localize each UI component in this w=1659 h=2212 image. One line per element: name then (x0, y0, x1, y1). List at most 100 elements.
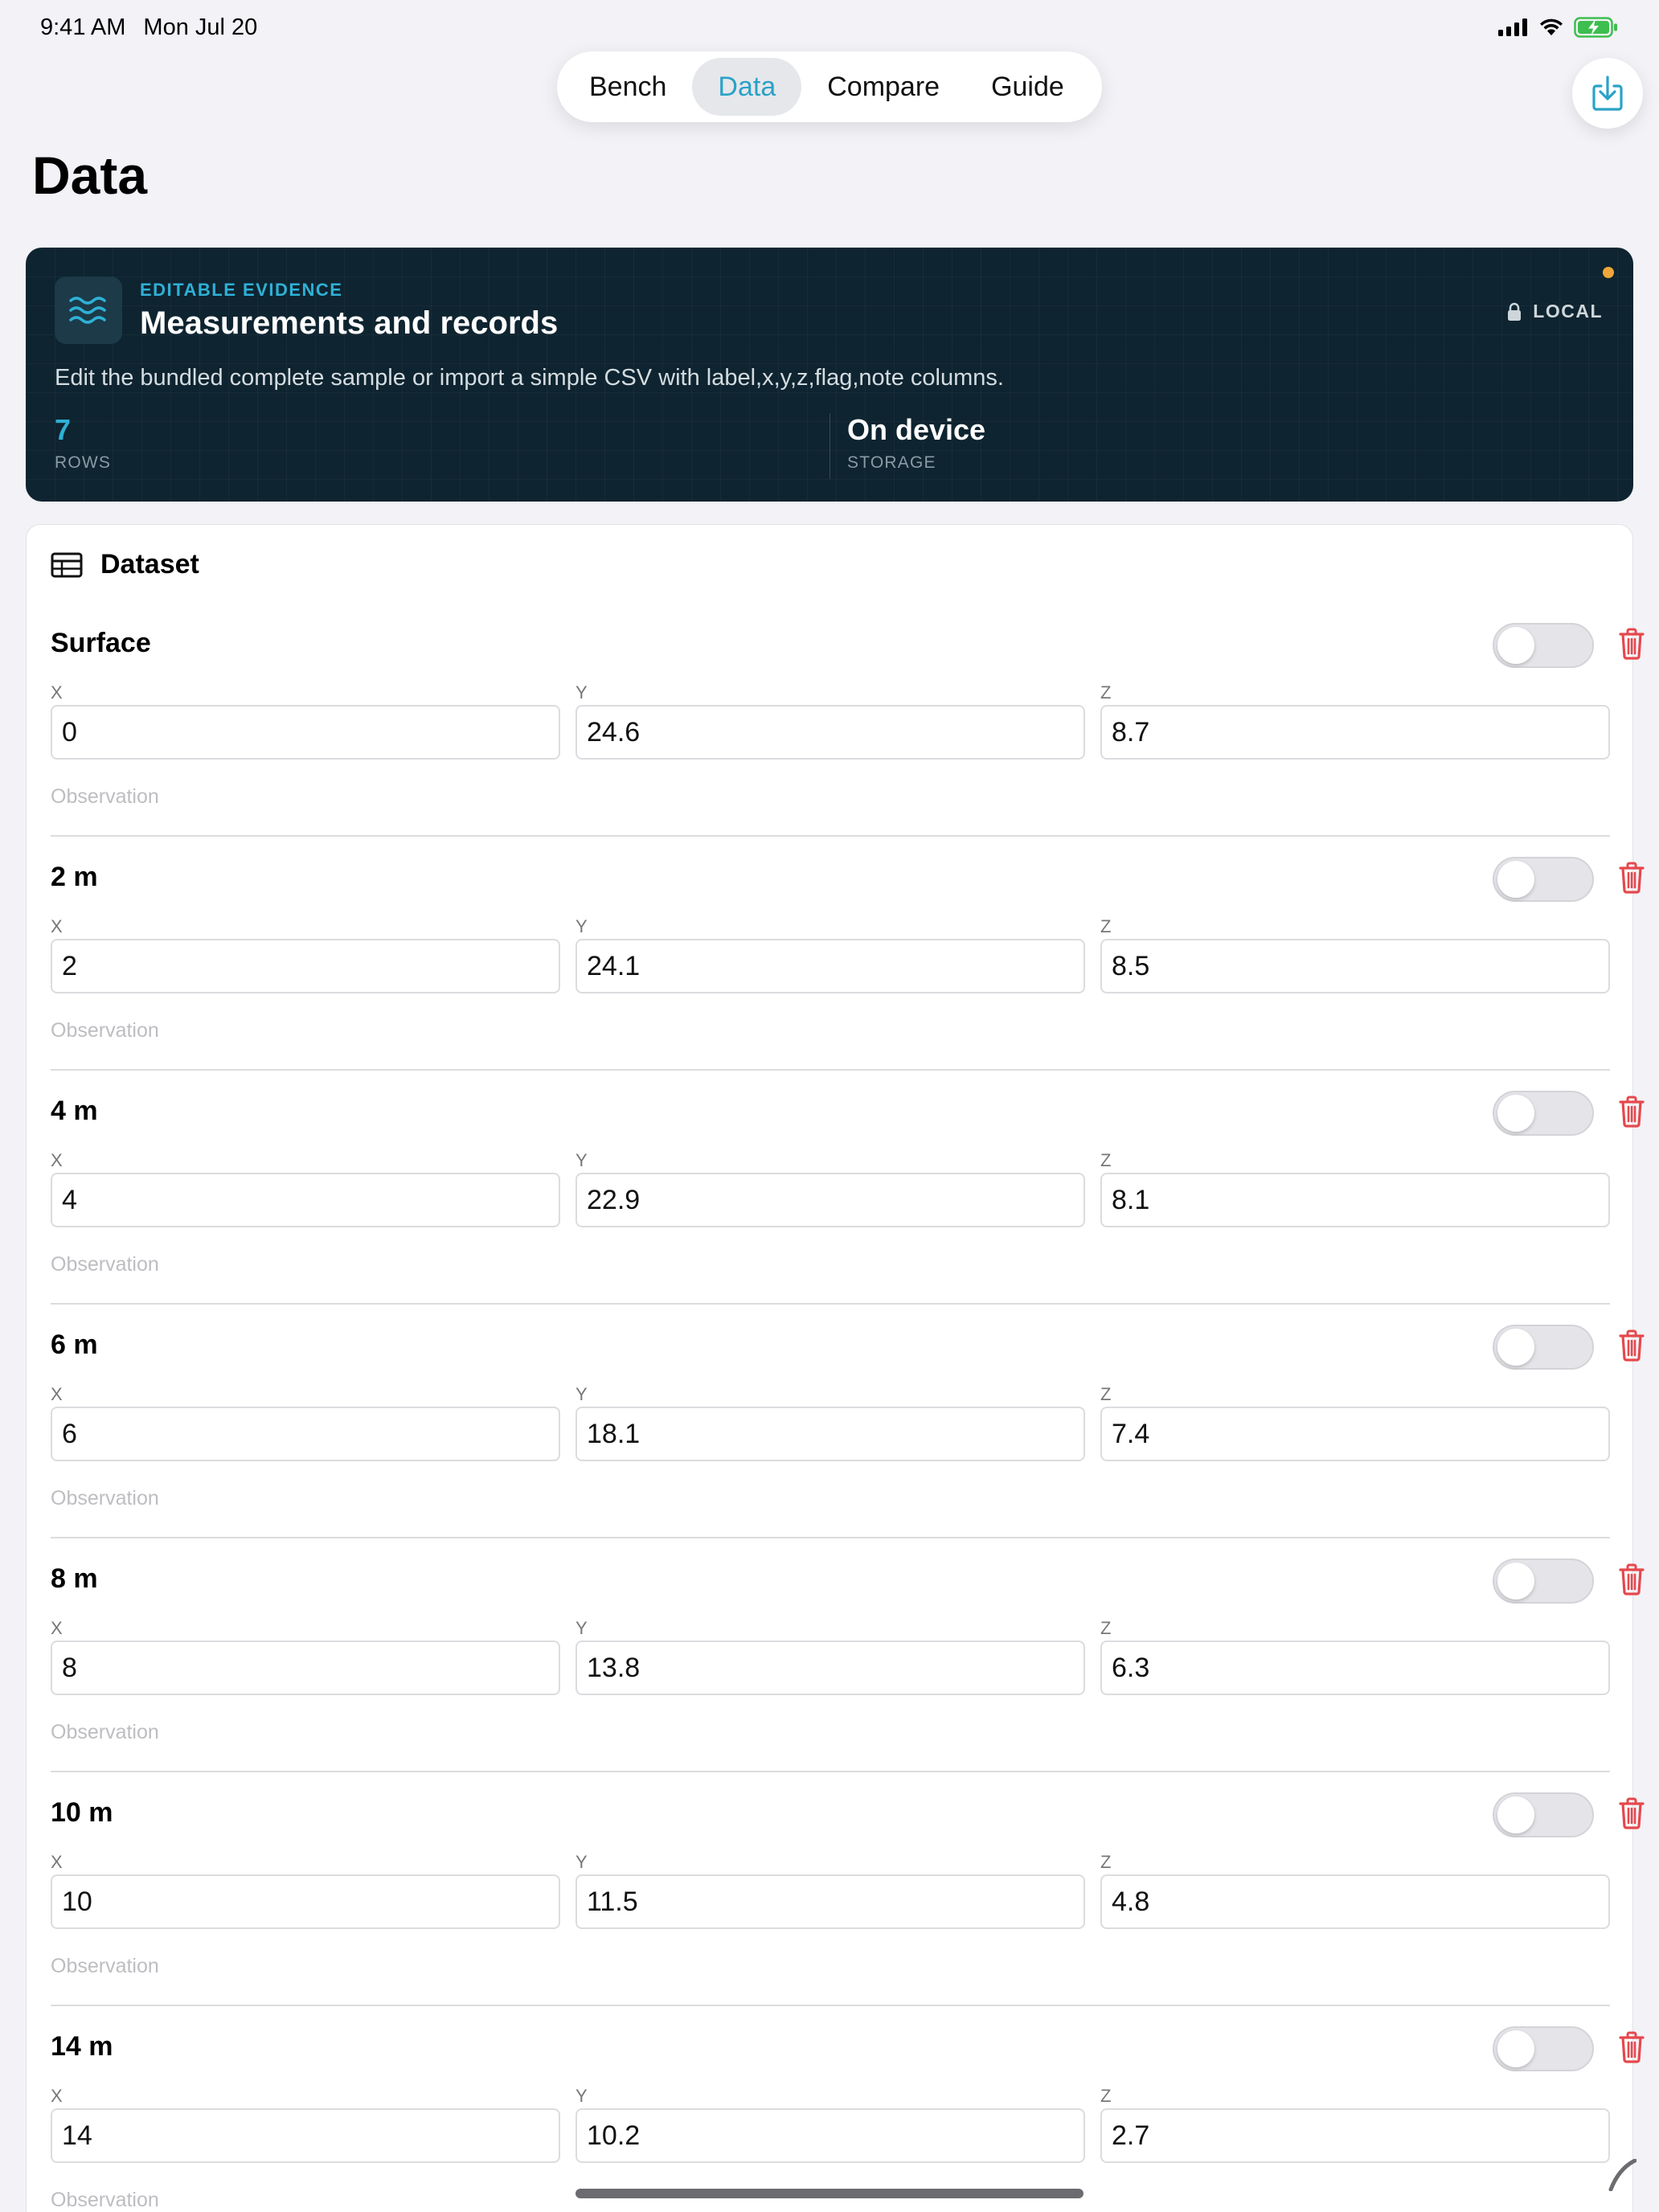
tab-data[interactable]: Data (692, 58, 802, 116)
z-field[interactable]: 8.7 (1100, 705, 1610, 760)
observation-field[interactable]: Observation (51, 1487, 159, 1510)
y-column: Y 24.6 (576, 682, 1085, 760)
y-field[interactable]: 13.8 (576, 1641, 1085, 1695)
x-caption: X (51, 682, 63, 703)
home-indicator[interactable] (576, 2189, 1083, 2198)
y-caption: Y (576, 1384, 588, 1404)
x-column: X 2 (51, 916, 560, 993)
y-field[interactable]: 18.1 (576, 1407, 1085, 1461)
observation-field[interactable]: Observation (51, 1019, 159, 1043)
y-field[interactable]: 10.2 (576, 2108, 1085, 2163)
x-field[interactable]: 6 (51, 1407, 560, 1461)
stat-rows-label: ROWS (55, 453, 112, 472)
toggle-knob (1497, 2030, 1534, 2067)
z-caption: Z (1100, 2086, 1112, 2106)
observation-field[interactable]: Observation (51, 1721, 159, 1744)
y-caption: Y (576, 1852, 588, 1872)
y-caption: Y (576, 916, 588, 936)
y-caption: Y (576, 682, 588, 703)
tab-guide[interactable]: Guide (965, 58, 1090, 116)
table-row: 6 m X 6 Y 18.1 Z 7.4 Observation (51, 1325, 1645, 1563)
y-field[interactable]: 24.1 (576, 939, 1085, 993)
z-caption: Z (1100, 916, 1112, 936)
x-field[interactable]: 8 (51, 1641, 560, 1695)
flag-toggle[interactable] (1493, 1091, 1594, 1136)
status-time: 9:41 AM (40, 14, 126, 40)
x-column: X 4 (51, 1150, 560, 1227)
toggle-knob (1497, 627, 1534, 664)
trash-icon[interactable] (1618, 628, 1645, 660)
flag-toggle[interactable] (1493, 2026, 1594, 2071)
observation-field[interactable]: Observation (51, 1955, 159, 1978)
page: 9:41 AM Mon Jul 20 Bench Data Compare Gu… (0, 0, 1659, 2212)
stat-storage-label: STORAGE (847, 453, 936, 472)
flag-toggle[interactable] (1493, 1325, 1594, 1370)
x-column: X 8 (51, 1618, 560, 1695)
flag-toggle[interactable] (1493, 1559, 1594, 1604)
z-column: Z 8.1 (1100, 1150, 1610, 1227)
z-column: Z 6.3 (1100, 1618, 1610, 1695)
x-caption: X (51, 1150, 63, 1170)
trash-icon[interactable] (1618, 1329, 1645, 1362)
waves-icon (69, 297, 106, 324)
observation-field[interactable]: Observation (51, 785, 159, 809)
x-field[interactable]: 10 (51, 1874, 560, 1929)
x-caption: X (51, 1618, 63, 1638)
stat-rows: 7 ROWS (55, 413, 111, 473)
z-column: Z 4.8 (1100, 1852, 1610, 1929)
stat-storage-value: On device (847, 413, 986, 446)
flag-toggle[interactable] (1493, 623, 1594, 668)
table-icon (51, 552, 83, 577)
tab-compare[interactable]: Compare (801, 58, 965, 116)
observation-field[interactable]: Observation (51, 2189, 159, 2212)
lock-icon (1508, 302, 1522, 321)
y-column: Y 13.8 (576, 1618, 1085, 1695)
z-caption: Z (1100, 1384, 1112, 1404)
z-field[interactable]: 4.8 (1100, 1874, 1610, 1929)
x-caption: X (51, 916, 63, 936)
y-field[interactable]: 11.5 (576, 1874, 1085, 1929)
status-dot (1603, 267, 1614, 278)
pencil-stroke-icon (1608, 2159, 1636, 2191)
tab-bench[interactable]: Bench (563, 58, 692, 116)
trash-icon[interactable] (1618, 2031, 1645, 2063)
row-label: 14 m (51, 2031, 113, 2062)
flag-toggle[interactable] (1493, 857, 1594, 902)
export-button[interactable] (1572, 58, 1643, 129)
z-field[interactable]: 8.1 (1100, 1173, 1610, 1227)
x-field[interactable]: 14 (51, 2108, 560, 2163)
table-row: 4 m X 4 Y 22.9 Z 8.1 Observation (51, 1091, 1645, 1329)
battery-charging-icon (1574, 17, 1617, 38)
trash-icon[interactable] (1618, 1797, 1645, 1829)
segmented-nav: Bench Data Compare Guide (557, 51, 1102, 122)
trash-icon[interactable] (1618, 1563, 1645, 1596)
row-label: 2 m (51, 862, 98, 892)
trash-icon[interactable] (1618, 862, 1645, 894)
z-field[interactable]: 8.5 (1100, 939, 1610, 993)
wifi-icon (1540, 18, 1563, 35)
toggle-knob (1497, 1095, 1534, 1132)
z-column: Z 8.5 (1100, 916, 1610, 993)
y-field[interactable]: 24.6 (576, 705, 1085, 760)
z-field[interactable]: 7.4 (1100, 1407, 1610, 1461)
x-field[interactable]: 2 (51, 939, 560, 993)
z-caption: Z (1100, 1852, 1112, 1872)
z-field[interactable]: 2.7 (1100, 2108, 1610, 2163)
x-field[interactable]: 0 (51, 705, 560, 760)
row-divider (51, 835, 1610, 837)
z-field[interactable]: 6.3 (1100, 1641, 1610, 1695)
flag-toggle[interactable] (1493, 1792, 1594, 1837)
row-divider (51, 1303, 1610, 1305)
x-caption: X (51, 1384, 63, 1404)
y-caption: Y (576, 1150, 588, 1170)
row-divider (51, 1069, 1610, 1071)
row-label: Surface (51, 628, 151, 658)
z-caption: Z (1100, 682, 1112, 703)
stat-rows-value: 7 (55, 413, 72, 446)
y-column: Y 24.1 (576, 916, 1085, 993)
observation-field[interactable]: Observation (51, 1253, 159, 1276)
x-field[interactable]: 4 (51, 1173, 560, 1227)
y-field[interactable]: 22.9 (576, 1173, 1085, 1227)
trash-icon[interactable] (1618, 1096, 1645, 1128)
x-caption: X (51, 1852, 63, 1872)
